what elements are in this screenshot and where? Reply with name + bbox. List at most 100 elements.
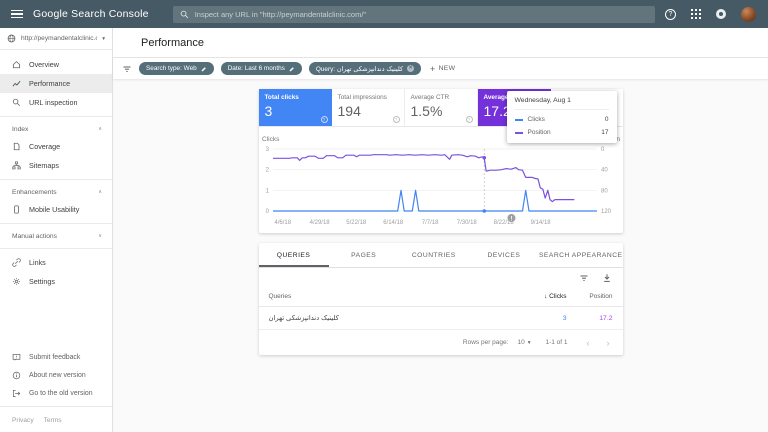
url-inspect-input[interactable] <box>195 10 648 19</box>
avatar[interactable] <box>741 7 756 22</box>
help-icon[interactable]: ? <box>393 116 400 123</box>
sidebar-item-sitemaps[interactable]: Sitemaps <box>0 156 112 175</box>
home-icon <box>12 60 21 69</box>
query-cell: کلینیک دندانپزشکی تهران <box>269 314 501 322</box>
svg-text:3: 3 <box>265 147 269 153</box>
help-icon[interactable]: ? <box>321 116 328 123</box>
svg-text:2: 2 <box>265 168 269 174</box>
divider <box>0 116 112 117</box>
svg-text:0: 0 <box>601 147 605 153</box>
search-icon <box>180 10 189 19</box>
terms-link[interactable]: Terms <box>44 417 62 424</box>
sidebar-item-mobile-usability[interactable]: Mobile Usability <box>0 200 112 219</box>
page-header: Performance <box>113 28 768 58</box>
feedback-icon <box>12 353 21 362</box>
tab-countries[interactable]: COUNTRIES <box>399 243 469 267</box>
magnifier-icon <box>12 98 21 107</box>
tab-search-appearance[interactable]: SEARCH APPEARANCE <box>539 243 623 267</box>
chevron-up-icon: ∧ <box>98 126 102 132</box>
col-clicks-sort[interactable]: ↓ Clicks <box>501 293 567 300</box>
clicks-series-dash <box>515 119 523 121</box>
section-index[interactable]: Index ∧ <box>0 121 112 137</box>
metric-average-ctr[interactable]: Average CTR 1.5% ? <box>405 89 478 126</box>
position-cell: 17.2 <box>567 315 613 322</box>
dimension-tabs: QUERIES PAGES COUNTRIES DEVICES SEARCH A… <box>259 243 623 268</box>
chevron-down-icon: ∨ <box>98 233 102 239</box>
gear-icon <box>12 277 21 286</box>
performance-chart-card: Total clicks 3 ? Total impressions 194 ?… <box>259 89 623 233</box>
app-title: Google Search Console <box>33 8 149 20</box>
chevron-up-icon: ∧ <box>98 189 102 195</box>
metric-total-clicks[interactable]: Total clicks 3 ? <box>259 89 332 126</box>
metric-total-impressions[interactable]: Total impressions 194 ? <box>332 89 405 126</box>
svg-text:80: 80 <box>601 188 608 194</box>
sitemap-icon <box>12 161 21 170</box>
new-filter-button[interactable]: + NEW <box>430 64 455 74</box>
filter-bar: Search type: Web Date: Last 6 months Que… <box>113 58 768 79</box>
divider <box>0 179 112 180</box>
tab-devices[interactable]: DEVICES <box>469 243 539 267</box>
divider <box>0 406 112 407</box>
svg-text:!: ! <box>510 216 512 222</box>
url-inspect-searchbox[interactable] <box>173 6 655 23</box>
download-icon[interactable] <box>602 273 612 283</box>
menu-icon[interactable] <box>11 8 23 21</box>
svg-text:6/14/18: 6/14/18 <box>383 220 404 226</box>
sidebar-item-overview[interactable]: Overview <box>0 55 112 74</box>
performance-chart-icon <box>12 79 21 88</box>
privacy-link[interactable]: Privacy <box>12 417 34 424</box>
col-queries: Queries <box>269 293 501 300</box>
sidebar-item-links[interactable]: Links <box>0 253 112 272</box>
apps-grid-icon[interactable] <box>691 9 701 19</box>
help-icon[interactable]: ? <box>665 9 676 20</box>
sidebar-item-coverage[interactable]: Coverage <box>0 137 112 156</box>
edit-pencil-icon <box>201 66 207 72</box>
sidebar-item-settings[interactable]: Settings <box>0 272 112 291</box>
help-icon[interactable]: ? <box>466 116 473 123</box>
pagination: Rows per page: 10 ▾ 1-1 of 1 ‹ › <box>259 330 623 355</box>
dimensions-table-card: QUERIES PAGES COUNTRIES DEVICES SEARCH A… <box>259 243 623 355</box>
section-enhancements[interactable]: Enhancements ∧ <box>0 184 112 200</box>
chevron-down-icon: ▾ <box>102 36 105 42</box>
svg-text:120: 120 <box>601 209 612 215</box>
chip-query-filter[interactable]: Query: کلینیک دندانپزشکی تهران ✕ <box>309 62 421 75</box>
svg-text:Clicks: Clicks <box>262 136 280 143</box>
chip-search-type[interactable]: Search type: Web <box>139 62 214 75</box>
col-position[interactable]: Position <box>567 293 613 300</box>
tab-pages[interactable]: PAGES <box>329 243 399 267</box>
divider <box>0 223 112 224</box>
svg-text:4/6/18: 4/6/18 <box>274 220 291 226</box>
notifications-icon[interactable] <box>716 9 726 19</box>
svg-text:7/7/18: 7/7/18 <box>421 220 438 226</box>
pagination-range: 1-1 of 1 <box>545 339 567 346</box>
document-icon <box>12 142 21 151</box>
table-header-row: Queries ↓ Clicks Position <box>259 287 623 307</box>
table-row[interactable]: کلینیک دندانپزشکی تهران 3 17.2 <box>259 307 623 330</box>
rows-per-page-select[interactable]: 10 ▾ <box>517 339 530 346</box>
sidebar-item-performance[interactable]: Performance <box>0 74 112 93</box>
chevron-down-icon: ▾ <box>528 340 531 346</box>
section-manual-actions[interactable]: Manual actions ∨ <box>0 228 112 244</box>
prev-page-icon[interactable]: ‹ <box>583 338 594 348</box>
chip-date-range[interactable]: Date: Last 6 months <box>221 62 302 75</box>
tab-queries[interactable]: QUERIES <box>259 243 329 267</box>
sidebar-item-submit-feedback[interactable]: Submit feedback <box>0 348 112 366</box>
close-icon[interactable]: ✕ <box>407 65 414 72</box>
property-selector[interactable]: http://peymandentalclinic.co... ▾ <box>0 28 112 50</box>
svg-text:4/29/18: 4/29/18 <box>309 220 330 226</box>
svg-text:5/22/18: 5/22/18 <box>346 220 367 226</box>
info-icon <box>12 371 21 380</box>
table-filter-icon[interactable] <box>579 273 589 283</box>
filter-funnel-icon[interactable] <box>122 64 132 74</box>
content-area: Total clicks 3 ? Total impressions 194 ?… <box>113 79 768 432</box>
sidebar: http://peymandentalclinic.co... ▾ Overvi… <box>0 28 113 432</box>
clicks-cell: 3 <box>501 315 567 322</box>
exit-arrow-icon <box>12 389 21 398</box>
plus-icon: + <box>430 64 436 74</box>
sidebar-item-url-inspection[interactable]: URL inspection <box>0 93 112 112</box>
svg-text:7/30/18: 7/30/18 <box>456 220 477 226</box>
position-series-dash <box>515 132 523 134</box>
sidebar-item-go-old-version[interactable]: Go to the old version <box>0 384 112 402</box>
next-page-icon[interactable]: › <box>603 338 614 348</box>
sidebar-item-about-new-version[interactable]: About new version <box>0 366 112 384</box>
